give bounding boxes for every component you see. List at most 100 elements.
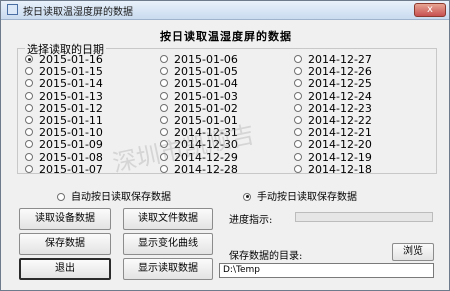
date-radio[interactable]: [25, 103, 33, 112]
exit-button[interactable]: 退出: [19, 258, 111, 280]
date-option[interactable]: 2014-12-31: [160, 127, 238, 139]
save-button[interactable]: 保存数据: [19, 233, 111, 255]
date-option[interactable]: 2014-12-22: [294, 115, 372, 127]
date-label: 2014-12-26: [308, 65, 372, 79]
date-radio[interactable]: [25, 164, 33, 173]
auto-mode-radio-circle[interactable]: [57, 192, 65, 201]
date-label: 2015-01-01: [174, 114, 238, 127]
date-option[interactable]: 2014-12-25: [294, 78, 372, 90]
date-radio[interactable]: [160, 91, 168, 100]
date-label: 2014-12-25: [308, 77, 372, 91]
date-label: 2014-12-23: [308, 101, 372, 115]
date-label: 2014-12-19: [308, 150, 372, 164]
title-bar[interactable]: 按日读取温湿度屏的数据 x: [1, 1, 449, 20]
date-radio[interactable]: [294, 128, 302, 137]
date-option[interactable]: 2015-01-08: [25, 151, 103, 164]
date-option[interactable]: 2014-12-19: [294, 150, 372, 164]
manual-mode-label: 手动按日读取保存数据: [257, 192, 357, 203]
date-radio[interactable]: [294, 79, 302, 88]
date-option[interactable]: 2015-01-01: [160, 115, 238, 127]
date-option[interactable]: 2014-12-21: [294, 127, 372, 139]
date-radio[interactable]: [160, 128, 168, 137]
date-radio[interactable]: [160, 103, 168, 112]
show-read-data-button[interactable]: 显示读取数据: [123, 258, 213, 280]
date-label: 2014-12-30: [174, 138, 238, 152]
date-option[interactable]: 2015-01-15: [25, 66, 103, 78]
date-radio[interactable]: [160, 116, 168, 124]
date-option[interactable]: 2015-01-09: [25, 139, 103, 151]
date-option[interactable]: 2015-01-06: [160, 54, 238, 66]
date-radio[interactable]: [294, 55, 302, 63]
date-option[interactable]: 2015-01-07: [25, 163, 103, 176]
date-option[interactable]: 2015-01-13: [25, 89, 103, 103]
date-option[interactable]: 2015-01-11: [25, 115, 103, 127]
progress-bar: [295, 212, 433, 222]
date-option[interactable]: 2015-01-05: [160, 66, 238, 78]
date-label: 2014-12-20: [308, 138, 372, 152]
show-curve-button[interactable]: 显示变化曲线: [123, 233, 213, 255]
date-radio[interactable]: [25, 152, 33, 161]
date-radio[interactable]: [160, 140, 168, 149]
date-option[interactable]: 2015-01-02: [160, 101, 238, 115]
save-dir-input[interactable]: D:\Temp: [219, 263, 434, 278]
date-option[interactable]: 2014-12-24: [294, 89, 372, 103]
date-label: 2015-01-04: [174, 77, 238, 91]
date-option[interactable]: 2014-12-29: [160, 151, 238, 164]
date-option[interactable]: 2015-01-16: [25, 54, 103, 66]
date-option[interactable]: 2014-12-26: [294, 66, 372, 78]
date-radio[interactable]: [294, 152, 302, 161]
date-radio[interactable]: [25, 67, 33, 76]
date-radio[interactable]: [160, 55, 168, 63]
date-radio[interactable]: [25, 91, 33, 100]
date-option[interactable]: 2014-12-30: [160, 139, 238, 151]
date-radio[interactable]: [25, 128, 33, 137]
read-file-button[interactable]: 读取文件数据: [123, 208, 213, 230]
date-radio[interactable]: [25, 55, 33, 63]
date-label: 2015-01-14: [39, 77, 103, 91]
date-label: 2015-01-03: [174, 89, 238, 103]
date-label: 2014-12-18: [308, 162, 372, 176]
date-radio[interactable]: [25, 79, 33, 88]
date-label: 2015-01-10: [39, 126, 103, 140]
date-label: 2014-12-24: [308, 89, 372, 103]
date-option[interactable]: 2015-01-12: [25, 101, 103, 115]
date-radio[interactable]: [294, 103, 302, 112]
date-radio[interactable]: [294, 164, 302, 173]
date-label: 2015-01-02: [174, 101, 238, 115]
date-option[interactable]: 2015-01-14: [25, 78, 103, 90]
date-radio[interactable]: [160, 152, 168, 161]
date-option[interactable]: 2015-01-04: [160, 78, 238, 90]
date-option[interactable]: 2014-12-18: [294, 162, 372, 176]
browse-button[interactable]: 浏览: [392, 243, 434, 261]
date-label: 2014-12-21: [308, 126, 372, 140]
date-label: 2015-01-16: [39, 53, 103, 66]
date-option[interactable]: 2014-12-27: [294, 54, 372, 66]
date-radio[interactable]: [160, 164, 168, 173]
date-radio[interactable]: [160, 79, 168, 88]
date-label: 2015-01-15: [39, 65, 103, 79]
window-title: 按日读取温湿度屏的数据: [23, 7, 133, 18]
date-radio[interactable]: [25, 140, 33, 149]
date-label: 2014-12-31: [174, 126, 238, 140]
manual-mode-radio[interactable]: 手动按日读取保存数据: [243, 188, 357, 203]
date-option[interactable]: 2014-12-20: [294, 139, 372, 151]
auto-mode-radio[interactable]: 自动按日读取保存数据: [57, 188, 171, 203]
date-option[interactable]: 2014-12-28: [160, 163, 238, 176]
read-device-button[interactable]: 读取设备数据: [19, 208, 111, 230]
date-option[interactable]: 2015-01-03: [160, 89, 238, 103]
date-label: 2015-01-13: [39, 89, 103, 103]
app-icon: [7, 4, 18, 15]
date-option[interactable]: 2014-12-23: [294, 101, 372, 115]
date-radio[interactable]: [294, 140, 302, 149]
date-radio[interactable]: [160, 67, 168, 76]
date-radio[interactable]: [294, 116, 302, 124]
date-radio[interactable]: [25, 116, 33, 124]
close-button[interactable]: x: [414, 3, 446, 17]
save-dir-label: 保存数据的目录:: [229, 251, 303, 262]
date-radio[interactable]: [294, 91, 302, 100]
manual-mode-radio-circle[interactable]: [243, 192, 251, 201]
date-label: 2015-01-12: [39, 101, 103, 115]
auto-mode-label: 自动按日读取保存数据: [71, 192, 171, 203]
date-radio[interactable]: [294, 67, 302, 76]
date-option[interactable]: 2015-01-10: [25, 127, 103, 139]
